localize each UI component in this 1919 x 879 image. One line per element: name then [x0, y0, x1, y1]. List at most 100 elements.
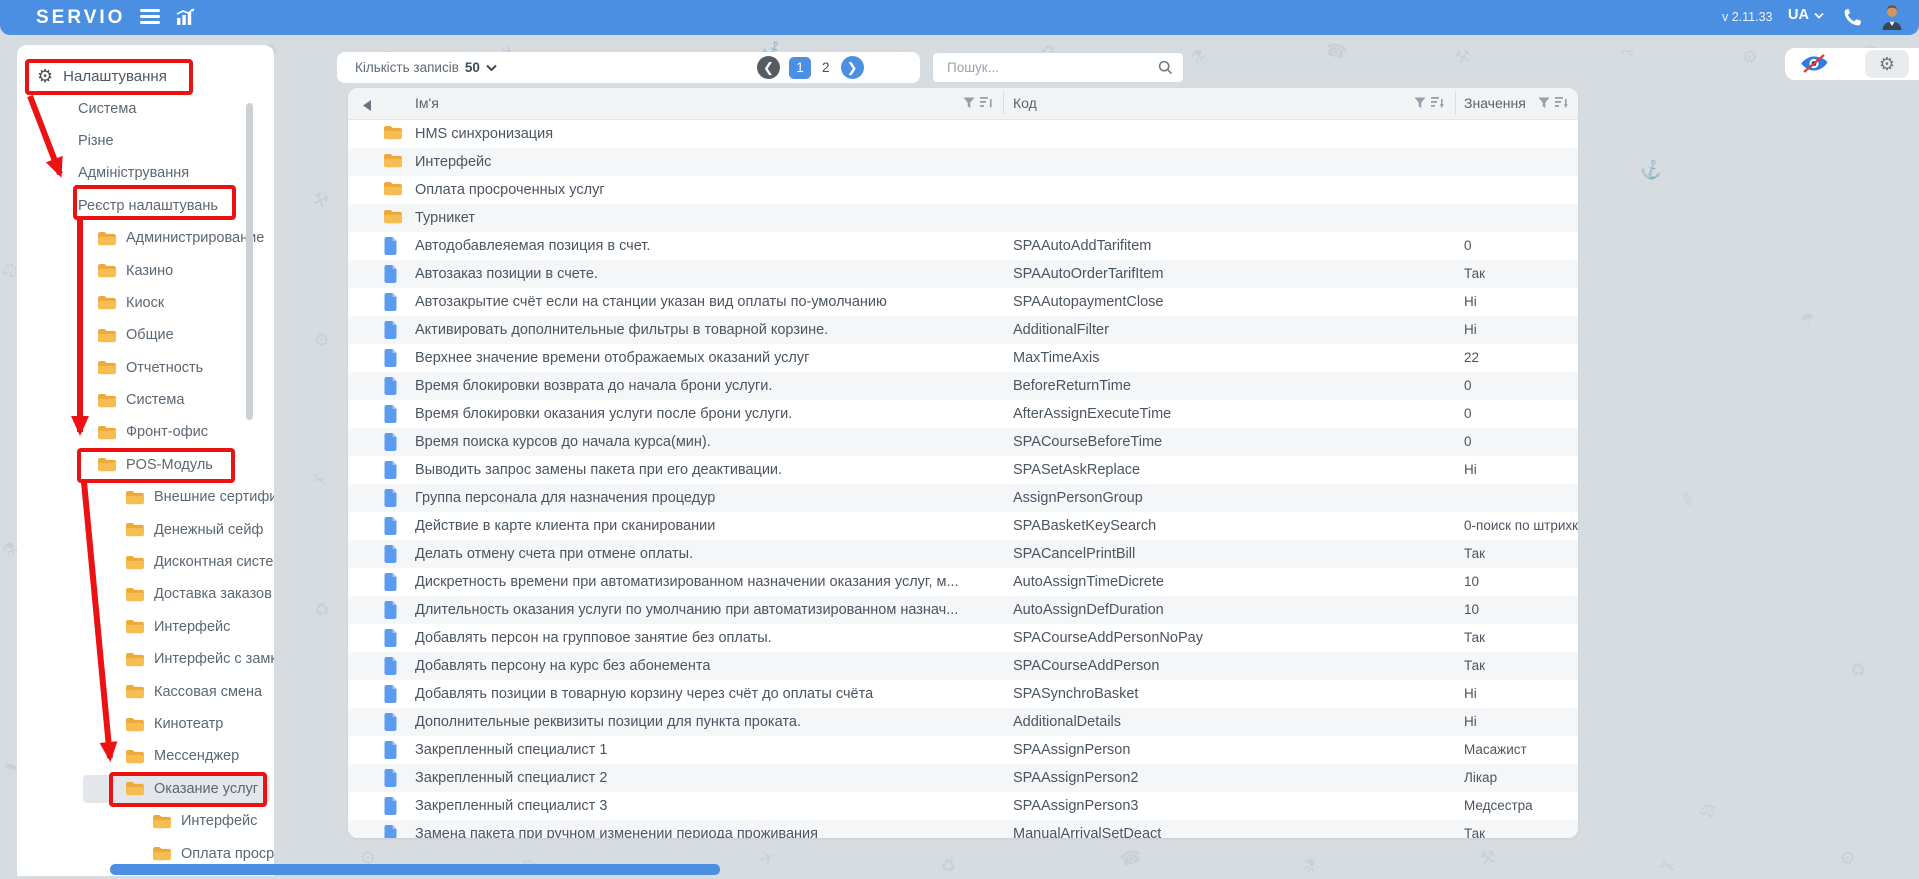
- table-row[interactable]: Турникет: [348, 204, 1578, 232]
- setting-name-cell: Время блокировки оказания услуги после б…: [415, 406, 960, 422]
- setting-code-cell: SPAAutoOrderTarifItem: [1013, 266, 1413, 282]
- sidebar-item[interactable]: Кинотеатр: [17, 708, 274, 740]
- sidebar-item[interactable]: Доставка заказов: [17, 578, 274, 610]
- setting-code-cell: SPASynchroBasket: [1013, 686, 1413, 702]
- sidebar-item[interactable]: Різне: [17, 125, 274, 157]
- sidebar-item-label: Оказание услуг: [154, 781, 258, 797]
- sort-icon[interactable]: [1431, 96, 1444, 109]
- folder-icon: [97, 360, 116, 375]
- filter-icon[interactable]: [963, 97, 975, 109]
- sidebar-item[interactable]: Отчетность: [17, 352, 274, 384]
- file-icon: [383, 601, 402, 618]
- column-header-name[interactable]: Ім'я: [415, 95, 439, 111]
- sidebar-item[interactable]: Дисконтная система: [17, 546, 274, 578]
- language-selector[interactable]: UA: [1788, 7, 1824, 23]
- watermark-icon: ☎: [1118, 845, 1145, 871]
- table-row[interactable]: Добавлять персон на групповое занятие бе…: [348, 624, 1578, 652]
- sort-icon[interactable]: [1555, 96, 1568, 109]
- filter-sort-icons-name[interactable]: [963, 96, 993, 109]
- table-row[interactable]: Выводить запрос замены пакета при его де…: [348, 456, 1578, 484]
- folder-icon: [97, 328, 116, 343]
- table-header: Ім'я Код Значення: [348, 88, 1578, 120]
- hamburger-menu-icon[interactable]: [140, 9, 160, 25]
- records-count-dropdown[interactable]: Кількість записів 50: [355, 60, 497, 75]
- sidebar-item[interactable]: POS-Модуль: [17, 449, 274, 481]
- table-row[interactable]: Дополнительные реквизиты позиции для пун…: [348, 708, 1578, 736]
- file-icon: [383, 517, 402, 534]
- table-row[interactable]: Длительность оказания услуги по умолчани…: [348, 596, 1578, 624]
- table-row[interactable]: Автодобавлеяемая позиция в счет.SPAAutoA…: [348, 232, 1578, 260]
- page-button-2[interactable]: 2: [820, 60, 832, 75]
- sidebar-item[interactable]: Система: [17, 384, 274, 416]
- table-row[interactable]: Интерфейс: [348, 148, 1578, 176]
- settings-gear-button[interactable]: ⚙: [1865, 50, 1909, 78]
- watermark-icon: ✂: [1617, 40, 1638, 65]
- setting-code-cell: AutoAssignDefDuration: [1013, 602, 1413, 618]
- table-row[interactable]: Закрепленный специалист 2SPAAssignPerson…: [348, 764, 1578, 792]
- table-row[interactable]: Активировать дополнительные фильтры в то…: [348, 316, 1578, 344]
- table-row[interactable]: Действие в карте клиента при сканировани…: [348, 512, 1578, 540]
- table-row[interactable]: Оплата просроченных услуг: [348, 176, 1578, 204]
- setting-code-cell: AdditionalDetails: [1013, 714, 1413, 730]
- search-icon[interactable]: [1158, 60, 1173, 80]
- filter-icon[interactable]: [1538, 97, 1550, 109]
- table-row[interactable]: Замена пакета при ручном изменении перио…: [348, 820, 1578, 838]
- setting-value-cell: Масажист: [1464, 742, 1576, 757]
- table-row[interactable]: Время блокировки оказания услуги после б…: [348, 400, 1578, 428]
- sidebar-item[interactable]: ⚙Налаштування: [17, 60, 274, 92]
- sidebar-item[interactable]: Мессенджер: [17, 740, 274, 772]
- filter-icon[interactable]: [1414, 97, 1426, 109]
- setting-value-cell: 0: [1464, 238, 1576, 253]
- table-row[interactable]: Дискретность времени при автоматизирован…: [348, 568, 1578, 596]
- next-page-button[interactable]: ❯: [841, 56, 864, 79]
- sidebar-item[interactable]: Система: [17, 92, 274, 124]
- sidebar-item[interactable]: Интерфейс: [17, 611, 274, 643]
- file-icon: [383, 237, 402, 254]
- table-row[interactable]: Время поиска курсов до начала курса(мин)…: [348, 428, 1578, 456]
- table-row[interactable]: Автозаказ позиции в счете.SPAAutoOrderTa…: [348, 260, 1578, 288]
- sidebar-item[interactable]: Оказание услуг: [17, 773, 274, 805]
- sidebar-item[interactable]: Общие: [17, 319, 274, 351]
- table-row[interactable]: Группа персонала для назначения процедур…: [348, 484, 1578, 512]
- sidebar-item[interactable]: Адміністрування: [17, 157, 274, 189]
- setting-name-cell: Делать отмену счета при отмене оплаты.: [415, 546, 960, 562]
- column-header-code[interactable]: Код: [1013, 95, 1037, 111]
- hidden-settings-eye-icon[interactable]: [1799, 52, 1829, 81]
- sidebar-item[interactable]: Реєстр налаштувань: [17, 190, 274, 222]
- sidebar-item[interactable]: Казино: [17, 254, 274, 286]
- sidebar-item[interactable]: Администрирование: [17, 222, 274, 254]
- user-avatar[interactable]: [1880, 5, 1904, 36]
- collapse-left-icon[interactable]: [363, 98, 372, 114]
- table-row[interactable]: Закрепленный специалист 3SPAAssignPerson…: [348, 792, 1578, 820]
- sidebar-item[interactable]: Интерфейс с замками: [17, 643, 274, 675]
- folder-icon: [97, 231, 116, 246]
- sidebar-item[interactable]: Денежный сейф: [17, 513, 274, 545]
- page-button-1[interactable]: 1: [789, 57, 811, 79]
- search-input[interactable]: [945, 54, 1149, 81]
- watermark-icon: ⚒: [308, 188, 332, 214]
- sidebar-item[interactable]: Внешние сертификаты: [17, 481, 274, 513]
- filter-sort-icons-code[interactable]: [1414, 96, 1444, 109]
- chart-icon[interactable]: [176, 8, 196, 31]
- filter-sort-icons-value[interactable]: [1538, 96, 1568, 109]
- sidebar-item-label: Общие: [126, 327, 174, 343]
- table-row[interactable]: HMS синхронизация: [348, 120, 1578, 148]
- sidebar-scrollbar[interactable]: [246, 103, 253, 420]
- table-row[interactable]: Автозакрытие счёт если на станции указан…: [348, 288, 1578, 316]
- sidebar-item[interactable]: Интерфейс: [17, 805, 274, 837]
- table-row[interactable]: Время блокировки возврата до начала брон…: [348, 372, 1578, 400]
- sidebar-item[interactable]: Фронт-офис: [17, 416, 274, 448]
- settings-tree: ⚙НалаштуванняСистемаРізнеАдміністрування…: [17, 60, 274, 870]
- table-row[interactable]: Добавлять позиции в товарную корзину чер…: [348, 680, 1578, 708]
- sidebar-item[interactable]: Киоск: [17, 287, 274, 319]
- sidebar-item[interactable]: Кассовая смена: [17, 675, 274, 707]
- horizontal-scrollbar[interactable]: [110, 864, 720, 875]
- previous-page-button[interactable]: ❮: [757, 56, 780, 79]
- phone-icon[interactable]: [1843, 8, 1862, 32]
- table-row[interactable]: Добавлять персону на курс без абонемента…: [348, 652, 1578, 680]
- column-header-value[interactable]: Значення: [1464, 95, 1526, 111]
- table-row[interactable]: Верхнее значение времени отображаемых ок…: [348, 344, 1578, 372]
- sort-icon[interactable]: [980, 96, 993, 109]
- table-row[interactable]: Делать отмену счета при отмене оплаты.SP…: [348, 540, 1578, 568]
- table-row[interactable]: Закрепленный специалист 1SPAAssignPerson…: [348, 736, 1578, 764]
